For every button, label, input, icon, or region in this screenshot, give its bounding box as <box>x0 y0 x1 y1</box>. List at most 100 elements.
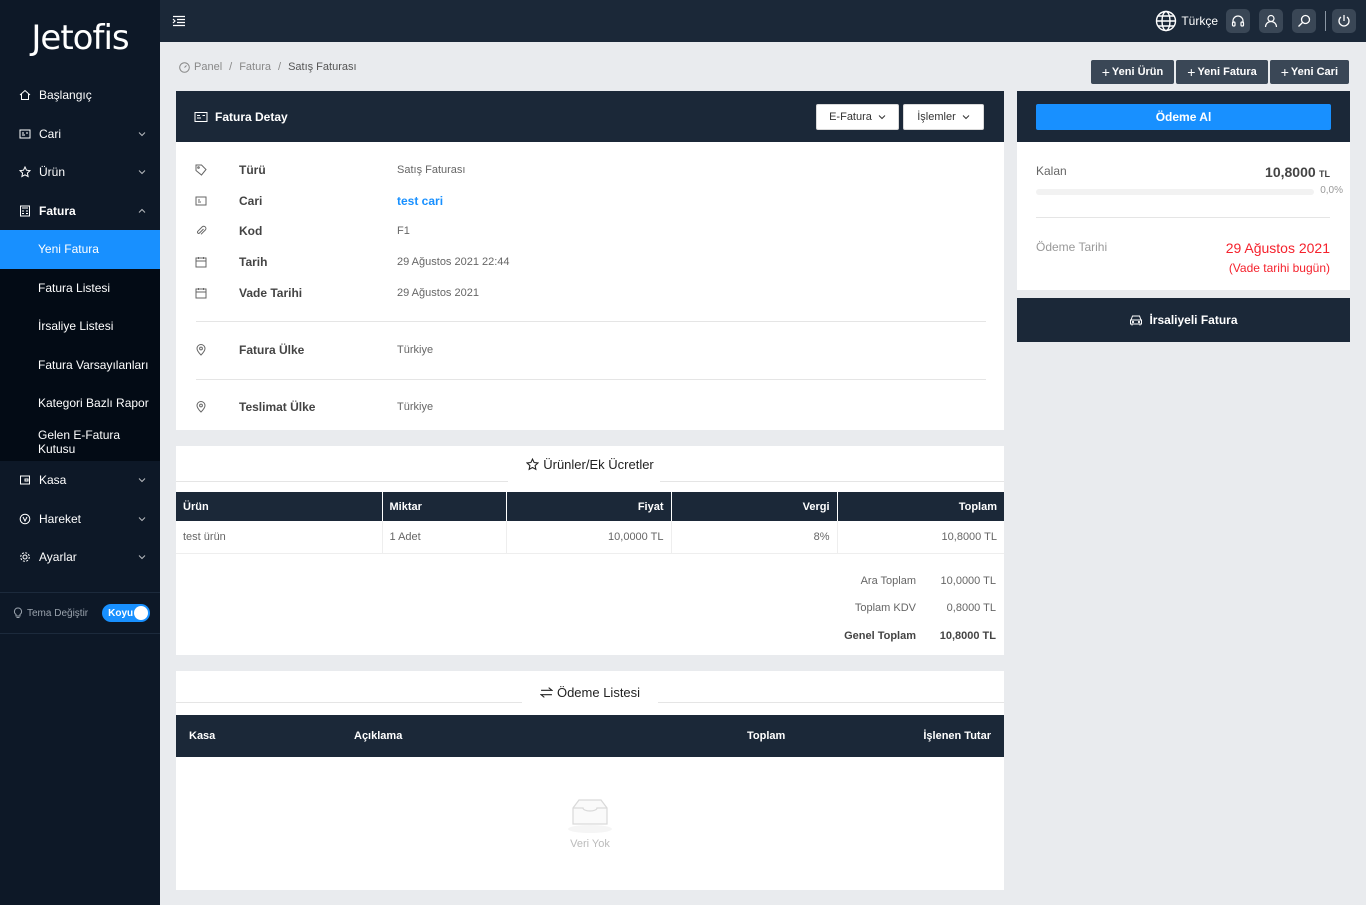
sidebar-subitem-yeni-fatura[interactable]: Yeni Fatura <box>0 230 160 269</box>
chevron-down-icon <box>962 115 970 120</box>
divider <box>196 321 986 322</box>
sidebar-subitem-fatura-varsayilanlari[interactable]: Fatura Varsayılanları <box>0 345 160 384</box>
detail-row-turu: Türü Satış Faturası <box>176 160 1004 180</box>
dashboard-icon <box>179 61 190 73</box>
profile-button[interactable] <box>1259 9 1283 33</box>
logout-button[interactable] <box>1332 9 1356 33</box>
col-toplam: Toplam <box>837 492 1004 521</box>
support-button[interactable] <box>1226 9 1250 33</box>
breadcrumb-panel[interactable]: Panel <box>194 61 222 73</box>
products-table: Ürün Miktar Fiyat Vergi Toplam test ürün… <box>176 492 1004 554</box>
sidebar-item-fatura[interactable]: Fatura <box>0 192 160 231</box>
receive-payment-button[interactable]: Ödeme Al <box>1036 104 1331 130</box>
sidebar-item-ayarlar[interactable]: Ayarlar <box>0 538 160 577</box>
new-account-button[interactable]: + Yeni Cari <box>1269 60 1349 84</box>
due-date-label: Ödeme Tarihi <box>1036 240 1108 254</box>
products-card: Ürünler/Ek Ücretler Ürün Miktar Fiyat Ve… <box>176 446 1004 655</box>
logo[interactable]: Jetofis <box>0 0 160 76</box>
sidebar: Jetofis Başlangıç Cari Ürün Fatura Yeni … <box>0 0 160 905</box>
empty-state: Veri Yok <box>176 757 1004 890</box>
payment-summary-card: Ödeme Al Kalan 10,8000 TL 0,0% Ödeme Tar… <box>1017 91 1350 290</box>
vat-total-row: Toplam KDV 0,8000 TL <box>854 602 996 615</box>
star-icon <box>19 166 31 178</box>
language-selector[interactable]: Türkçe <box>1155 10 1218 32</box>
chevron-down-icon <box>138 555 146 560</box>
payments-table-header: Kasa Açıklama Toplam İşlenen Tutar <box>176 715 1004 757</box>
table-header-row: Ürün Miktar Fiyat Vergi Toplam <box>176 492 1004 521</box>
theme-label: Tema Değiştir <box>27 607 89 619</box>
paperclip-icon <box>196 225 207 235</box>
cari-link[interactable]: test cari <box>397 194 443 208</box>
islemler-dropdown[interactable]: İşlemler <box>903 104 984 130</box>
remaining-label: Kalan <box>1036 164 1067 178</box>
breadcrumb-current: Satış Faturası <box>288 61 357 73</box>
sidebar-subitem-fatura-listesi[interactable]: Fatura Listesi <box>0 268 160 307</box>
col-kasa: Kasa <box>189 730 216 742</box>
col-toplam: Toplam <box>747 730 786 742</box>
remaining-amount: 10,8000 TL <box>1265 164 1330 180</box>
search-icon <box>1298 14 1311 27</box>
cell-miktar: 1 Adet <box>382 521 507 554</box>
divider <box>196 379 986 380</box>
sidebar-subitem-gelen-efatura[interactable]: Gelen E-Fatura Kutusu <box>0 422 160 461</box>
breadcrumb-fatura[interactable]: Fatura <box>239 61 271 73</box>
detail-row-kod: Kod F1 <box>176 221 1004 241</box>
user-icon <box>1264 14 1278 28</box>
home-icon <box>19 89 31 101</box>
detail-row-cari: Cari test cari <box>176 191 1004 211</box>
detail-row-tarih: Tarih 29 Ağustos 2021 22:44 <box>176 252 1004 272</box>
efatura-dropdown[interactable]: E-Fatura <box>816 104 899 130</box>
new-invoice-button[interactable]: + Yeni Fatura <box>1176 60 1268 84</box>
sidebar-item-cari[interactable]: Cari <box>0 115 160 154</box>
theme-toggle[interactable]: Koyu <box>102 604 151 622</box>
plus-icon: + <box>1280 64 1289 80</box>
sidebar-item-urun[interactable]: Ürün <box>0 153 160 192</box>
sidebar-subitem-kategori-bazli-rapor[interactable]: Kategori Bazlı Rapor <box>0 384 160 423</box>
menu-fold-icon[interactable] <box>172 14 186 28</box>
car-icon <box>1130 315 1143 326</box>
breadcrumb: Panel / Fatura / Satış Faturası <box>179 61 357 73</box>
grand-total-row: Genel Toplam 10,8000 TL <box>844 629 996 642</box>
table-row: test ürün 1 Adet 10,0000 TL 8% 10,8000 T… <box>176 521 1004 554</box>
totals: Ara Toplam 10,0000 TL Toplam KDV 0,8000 TL… <box>796 567 996 650</box>
plus-icon: + <box>1101 64 1110 80</box>
toggle-knob <box>134 606 149 620</box>
tag-icon <box>195 164 207 176</box>
payments-card: Ödeme Listesi Kasa Açıklama Toplam İşlen… <box>176 671 1004 890</box>
col-aciklama: Açıklama <box>354 730 403 742</box>
topbar: Türkçe <box>160 0 1366 42</box>
location-pin-icon <box>196 401 206 413</box>
empty-inbox-icon <box>568 798 612 833</box>
chevron-down-icon <box>138 131 146 136</box>
search-button[interactable] <box>1292 9 1316 33</box>
topbar-actions: Türkçe <box>1155 0 1366 42</box>
cell-toplam: 10,8000 TL <box>837 521 1004 554</box>
id-card-icon <box>195 196 207 206</box>
payments-title: Ödeme Listesi <box>176 671 1004 713</box>
cell-fiyat: 10,0000 TL <box>506 521 672 554</box>
col-miktar: Miktar <box>382 492 507 521</box>
sidebar-subitem-irsaliye-listesi[interactable]: İrsaliye Listesi <box>0 307 160 346</box>
sidebar-item-kasa[interactable]: Kasa <box>0 461 160 500</box>
quick-actions: + Yeni Ürün + Yeni Fatura + Yeni Cari <box>1090 60 1349 84</box>
location-pin-icon <box>196 344 206 356</box>
cell-vergi: 8% <box>671 521 838 554</box>
chevron-up-icon <box>138 208 146 213</box>
chevron-down-icon <box>138 478 146 483</box>
detail-row-vade-tarihi: Vade Tarihi 29 Ağustos 2021 <box>176 283 1004 303</box>
id-card-icon <box>194 111 208 122</box>
waybill-invoice-button[interactable]: İrsaliyeli Fatura <box>1017 298 1350 342</box>
theme-switcher: Tema Değiştir Koyu <box>0 592 160 634</box>
sidebar-item-baslangic[interactable]: Başlangıç <box>0 76 160 115</box>
col-urun: Ürün <box>176 492 383 521</box>
vector-icon <box>19 513 31 525</box>
id-card-icon <box>19 128 31 140</box>
sidebar-item-hareket[interactable]: Hareket <box>0 500 160 539</box>
chevron-down-icon <box>878 115 886 120</box>
power-icon <box>1338 15 1350 27</box>
calculator-icon <box>19 205 31 217</box>
globe-icon <box>1156 10 1177 32</box>
new-product-button[interactable]: + Yeni Ürün <box>1090 60 1175 84</box>
due-date-note: (Vade tarihi bugün) <box>1228 261 1330 275</box>
gear-icon <box>19 551 31 563</box>
